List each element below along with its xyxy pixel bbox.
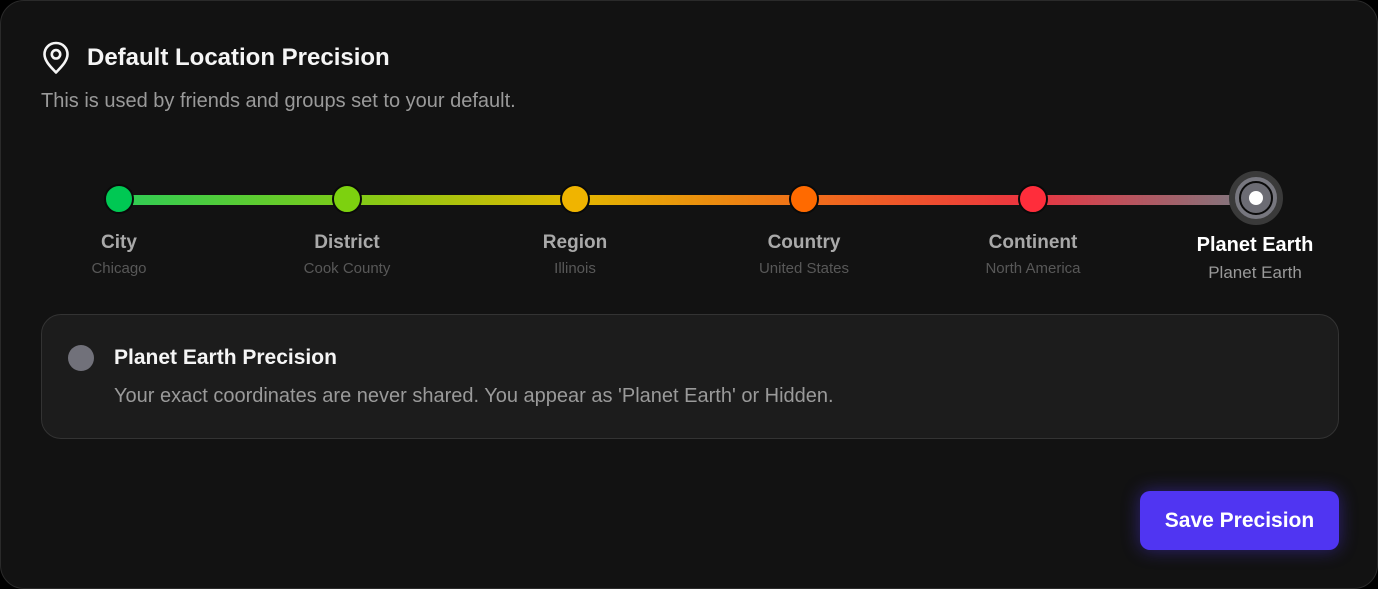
stop-label-continent[interactable]: Continent (933, 232, 1133, 254)
stop-value-city: Chicago (91, 260, 147, 277)
precision-color-swatch (68, 345, 94, 371)
card-subtitle: This is used by friends and groups set t… (41, 90, 516, 112)
stop-value-continent: North America (985, 260, 1081, 277)
precision-stop-region[interactable] (560, 184, 590, 214)
stop-value-planet-earth: Planet Earth (1208, 263, 1302, 282)
stop-label-planet-earth[interactable]: Planet Earth (1155, 234, 1355, 257)
stop-label-city[interactable]: City (19, 232, 219, 254)
precision-info-description: Your exact coordinates are never shared.… (114, 385, 834, 407)
precision-info-title: Planet Earth Precision (114, 346, 337, 369)
stop-value-region: Illinois (554, 260, 596, 277)
stop-label-district[interactable]: District (247, 232, 447, 254)
precision-stop-country[interactable] (789, 184, 819, 214)
location-precision-card: Default Location Precision This is used … (0, 0, 1378, 589)
slider-thumb-center (1249, 191, 1263, 205)
stop-label-region[interactable]: Region (475, 232, 675, 254)
slider-track[interactable] (119, 195, 1255, 205)
stop-value-country: United States (758, 260, 850, 277)
slider-thumb-inner (1239, 181, 1273, 215)
precision-stop-continent[interactable] (1018, 184, 1048, 214)
card-header: Default Location Precision (41, 41, 390, 75)
precision-stop-district[interactable] (332, 184, 362, 214)
stop-label-country[interactable]: Country (704, 232, 904, 254)
map-pin-icon (41, 41, 71, 75)
stop-value-district: Cook County (303, 260, 391, 277)
precision-info-box: Planet Earth Precision Your exact coordi… (41, 314, 1339, 439)
precision-stop-city[interactable] (104, 184, 134, 214)
slider-thumb[interactable] (1229, 171, 1283, 225)
save-precision-button[interactable]: Save Precision (1140, 491, 1339, 550)
card-title: Default Location Precision (87, 44, 390, 71)
